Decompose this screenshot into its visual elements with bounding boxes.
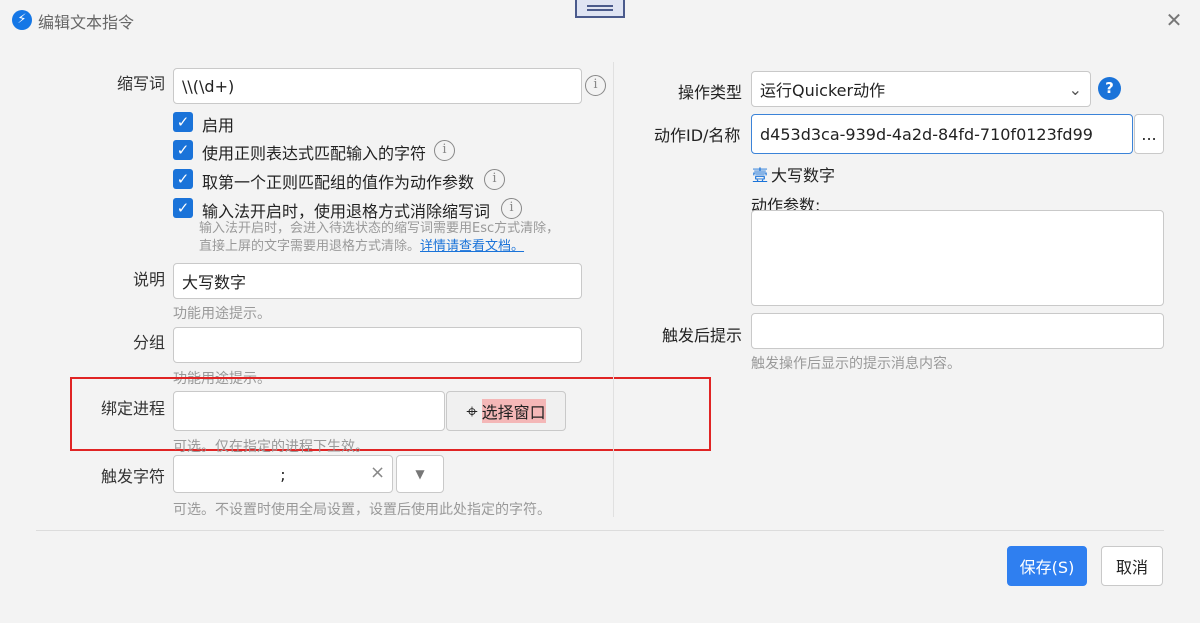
footer-divider	[36, 530, 1164, 531]
action-type-label: 操作类型	[678, 83, 743, 102]
enable-checkbox[interactable]: ✓	[173, 112, 193, 132]
process-input[interactable]	[173, 391, 445, 431]
cancel-button[interactable]: 取消	[1101, 546, 1163, 586]
close-icon[interactable]: ✕	[1162, 8, 1186, 32]
group-param-checkbox[interactable]: ✓	[173, 169, 193, 189]
desc-label: 说明	[132, 270, 165, 289]
trigger-hint: 可选。不设置时使用全局设置，设置后使用此处指定的字符。	[173, 502, 551, 518]
quicker-bolt-icon: ⚡	[12, 10, 32, 30]
abbr-input[interactable]: \\(\d+)	[173, 68, 582, 104]
action-id-label: 动作ID/名称	[654, 126, 741, 145]
process-label: 绑定进程	[100, 399, 165, 418]
trigger-input[interactable]: ;	[173, 455, 393, 493]
group-label: 分组	[132, 333, 165, 352]
desc-hint: 功能用途提示。	[173, 306, 271, 322]
enable-checkbox-label: 启用	[202, 116, 235, 135]
trigger-dropdown-button[interactable]: ▼	[396, 455, 444, 493]
action-id-input[interactable]: d453d3ca-939d-4a2d-84fd-710f0123fd99	[751, 114, 1133, 154]
column-divider	[613, 62, 614, 517]
after-hint-hint: 触发操作后显示的提示消息内容。	[751, 356, 961, 372]
action-name: 大写数字	[771, 166, 836, 185]
drag-grip[interactable]	[575, 0, 625, 18]
group-param-info-icon[interactable]: i	[484, 169, 505, 190]
ime-note-line2: 直接上屏的文字需要用退格方式清除。	[199, 239, 421, 254]
ime-backspace-checkbox[interactable]: ✓	[173, 198, 193, 218]
clear-icon[interactable]: ×	[370, 462, 385, 483]
trigger-label: 触发字符	[100, 467, 165, 486]
window-title: 编辑文本指令	[38, 13, 135, 32]
regex-checkbox[interactable]: ✓	[173, 140, 193, 160]
docs-link[interactable]: 详情请查看文档。	[420, 239, 524, 254]
action-name-icon: 壹	[752, 166, 769, 185]
ime-note: 输入法开启时，会进入待选状态的缩写词需要用Esc方式清除， 直接上屏的文字需要用…	[199, 220, 559, 256]
desc-input[interactable]: 大写数字	[173, 263, 582, 299]
ime-backspace-checkbox-label: 输入法开启时，使用退格方式消除缩写词	[202, 202, 491, 221]
action-type-value: 运行Quicker动作	[760, 81, 886, 100]
chevron-down-icon: ⌄	[1068, 79, 1082, 99]
abbr-label: 缩写词	[116, 74, 165, 93]
ime-note-line1: 输入法开启时，会进入待选状态的缩写词需要用Esc方式清除，	[199, 221, 560, 236]
process-hint: 可选。仅在指定的进程下生效。	[173, 439, 369, 455]
ime-backspace-info-icon[interactable]: i	[501, 198, 522, 219]
action-type-select[interactable]: 运行Quicker动作 ⌄	[751, 71, 1091, 107]
select-window-button[interactable]: ⌖ 选择窗口	[446, 391, 566, 431]
params-textarea[interactable]	[751, 210, 1164, 306]
after-hint-input[interactable]	[751, 313, 1164, 349]
select-window-label: 选择窗口	[481, 399, 546, 423]
help-icon[interactable]: ?	[1098, 77, 1121, 100]
title-bar: ⚡ 编辑文本指令 ✕	[0, 0, 1200, 40]
abbr-info-icon[interactable]: i	[585, 75, 606, 96]
save-button[interactable]: 保存(S)	[1007, 546, 1087, 586]
group-input[interactable]	[173, 327, 582, 363]
browse-action-button[interactable]: ...	[1134, 114, 1164, 154]
after-hint-label: 触发后提示	[662, 326, 743, 345]
regex-checkbox-label: 使用正则表达式匹配输入的字符	[202, 144, 427, 163]
group-param-checkbox-label: 取第一个正则匹配组的值作为动作参数	[202, 173, 475, 192]
regex-info-icon[interactable]: i	[434, 140, 455, 161]
trigger-value: ;	[280, 464, 286, 484]
crosshair-icon: ⌖	[466, 399, 478, 423]
